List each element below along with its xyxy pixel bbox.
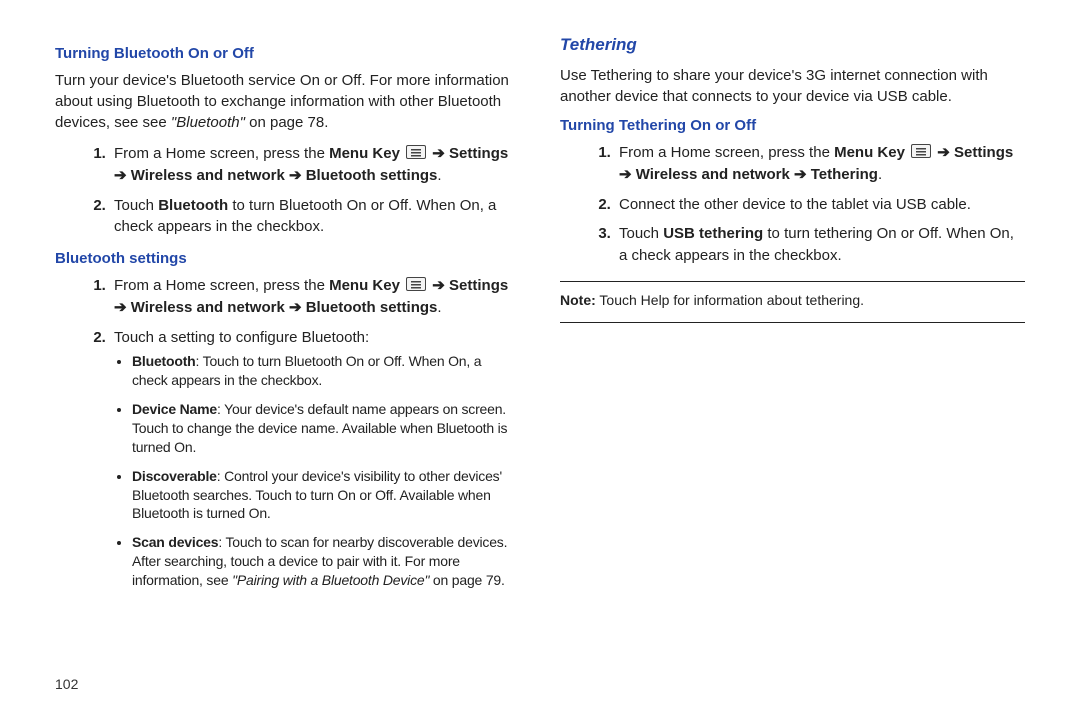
bt-config-list: Bluetooth: Touch to turn Bluetooth On or… [114, 352, 520, 590]
bs-step-2: Touch a setting to configure Bluetooth: … [110, 327, 520, 591]
opt-bluetooth: Bluetooth [132, 353, 196, 369]
menu-key-label: Menu Key [329, 145, 400, 162]
bluetooth-settings-steps: From a Home screen, press the Menu Key ➔… [55, 275, 520, 590]
opt-scan-devices: Scan devices [132, 534, 218, 550]
t-step-3: Touch USB tethering to turn tethering On… [615, 223, 1025, 267]
t3-a: Touch [619, 225, 663, 242]
arrow-icon: ➔ [937, 144, 950, 161]
step-2: Touch Bluetooth to turn Bluetooth On or … [110, 195, 520, 239]
pairing-ref: "Pairing with a Bluetooth Device" [232, 572, 429, 588]
right-column: Tethering Use Tethering to share your de… [560, 35, 1025, 700]
tethering-note: Note: Touch Help for information about t… [560, 292, 1025, 308]
settings-label: Settings [449, 145, 508, 162]
list-item: Bluetooth: Touch to turn Bluetooth On or… [132, 352, 520, 390]
arrow-icon: ➔ [432, 277, 445, 294]
list-item: Device Name: Your device's default name … [132, 400, 520, 457]
menu-key-label: Menu Key [329, 277, 400, 294]
bs1-lead: From a Home screen, press the [114, 277, 329, 294]
tethering-intro: Use Tethering to share your device's 3G … [560, 65, 1025, 107]
heading-tethering-onoff: Turning Tethering On or Off [560, 117, 1025, 134]
list-item: Discoverable: Control your device's visi… [132, 467, 520, 524]
bs-step-1: From a Home screen, press the Menu Key ➔… [110, 275, 520, 319]
heading-bluetooth-settings: Bluetooth settings [55, 250, 520, 267]
nav-path-tether: ➔ Wireless and network ➔ Tethering [619, 166, 878, 183]
bluetooth-ref: "Bluetooth" [171, 114, 245, 131]
opt-scan-b: on page 79. [429, 572, 504, 588]
usb-tethering-bold: USB tethering [663, 225, 763, 242]
step-1: From a Home screen, press the Menu Key ➔… [110, 143, 520, 187]
settings-label: Settings [449, 277, 508, 294]
bluetooth-onoff-steps: From a Home screen, press the Menu Key ➔… [55, 143, 520, 238]
nav-path-bt: ➔ Wireless and network ➔ Bluetooth setti… [114, 167, 437, 184]
separator [560, 322, 1025, 323]
t-step-2: Connect the other device to the tablet v… [615, 194, 1025, 216]
bluetooth-bold: Bluetooth [158, 197, 228, 214]
note-label: Note: [560, 292, 596, 308]
heading-bluetooth-onoff: Turning Bluetooth On or Off [55, 45, 520, 62]
page-number: 102 [55, 676, 78, 692]
opt-discoverable: Discoverable [132, 468, 217, 484]
t1-lead: From a Home screen, press the [619, 144, 834, 161]
separator [560, 281, 1025, 282]
heading-tethering: Tethering [560, 35, 1025, 55]
bs-step2-text: Touch a setting to configure Bluetooth: [114, 329, 369, 346]
opt-device-name: Device Name [132, 401, 217, 417]
settings-label: Settings [954, 144, 1013, 161]
tethering-steps: From a Home screen, press the Menu Key ➔… [560, 142, 1025, 267]
manual-page: Turning Bluetooth On or Off Turn your de… [0, 0, 1080, 720]
step2-a: Touch [114, 197, 158, 214]
menu-key-icon [406, 145, 426, 159]
bluetooth-intro: Turn your device's Bluetooth service On … [55, 70, 520, 133]
nav-path-bt: ➔ Wireless and network ➔ Bluetooth setti… [114, 299, 437, 316]
note-text: Touch Help for information about tetheri… [596, 292, 864, 308]
left-column: Turning Bluetooth On or Off Turn your de… [55, 35, 520, 700]
step1-lead: From a Home screen, press the [114, 145, 329, 162]
menu-key-icon [406, 277, 426, 291]
arrow-icon: ➔ [432, 145, 445, 162]
list-item: Scan devices: Touch to scan for nearby d… [132, 533, 520, 590]
t-step-1: From a Home screen, press the Menu Key ➔… [615, 142, 1025, 186]
intro-text-b: on page 78. [249, 114, 328, 131]
menu-key-label: Menu Key [834, 144, 905, 161]
menu-key-icon [911, 144, 931, 158]
